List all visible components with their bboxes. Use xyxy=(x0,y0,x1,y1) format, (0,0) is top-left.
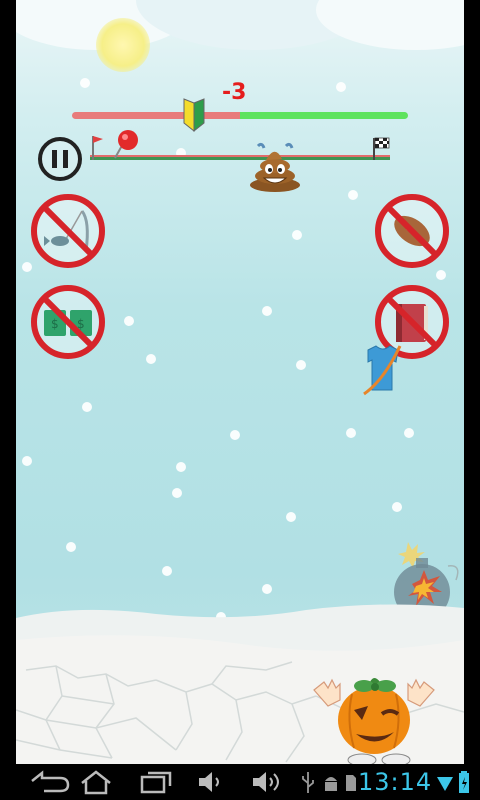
back-icon[interactable] xyxy=(28,769,72,795)
system-navigation-bar: 13:14 xyxy=(0,764,480,800)
snowflake xyxy=(230,430,240,440)
pause-icon xyxy=(52,150,57,168)
snowflake xyxy=(176,462,186,472)
score-delta: -3 xyxy=(222,80,247,105)
snowflake xyxy=(66,542,76,552)
wifi-icon xyxy=(437,777,453,791)
snowflake xyxy=(296,360,306,370)
snowflake xyxy=(348,190,358,200)
beginner-leaf-icon xyxy=(183,98,205,133)
volume-up-icon[interactable] xyxy=(250,769,286,795)
snowflake xyxy=(22,456,32,466)
progress-bar-left xyxy=(72,112,240,119)
no-money-icon[interactable]: $ $ xyxy=(30,284,106,360)
snowflake xyxy=(286,512,296,522)
snowflake xyxy=(146,354,156,364)
snowflake xyxy=(124,316,134,326)
snowflake xyxy=(392,502,402,512)
snowflake xyxy=(336,82,346,92)
checkered-flag-icon xyxy=(373,137,390,160)
snowflake xyxy=(262,584,272,594)
volume-down-icon[interactable] xyxy=(196,769,224,795)
snowflake xyxy=(82,402,92,412)
poop-emoji-icon xyxy=(250,142,300,192)
recent-apps-icon[interactable] xyxy=(138,769,174,795)
snowflake xyxy=(162,566,172,576)
no-fishing-rod-icon[interactable] xyxy=(30,193,106,269)
snowflake xyxy=(346,428,356,438)
home-icon[interactable] xyxy=(78,769,114,795)
status-clock: 13:14 xyxy=(358,768,433,796)
game-area[interactable]: -3 $ $ xyxy=(16,0,464,764)
pause-icon-bar xyxy=(63,150,68,168)
snowflake xyxy=(80,78,90,88)
snowflake xyxy=(172,488,182,498)
android-debug-icon xyxy=(325,777,337,791)
snowflake xyxy=(436,270,446,280)
progress-bar-right xyxy=(240,112,408,119)
battery-icon xyxy=(459,771,469,793)
snowflake xyxy=(262,306,272,316)
cloud xyxy=(316,0,464,50)
snowflake xyxy=(292,230,302,240)
pause-button[interactable] xyxy=(38,137,82,181)
snowflake xyxy=(404,428,414,438)
svg-text:$: $ xyxy=(51,317,59,331)
sun xyxy=(96,18,150,72)
shirt-icon[interactable] xyxy=(360,340,406,396)
pumpkin-character-icon[interactable] xyxy=(306,676,442,764)
usb-icon xyxy=(302,772,314,793)
storage-icon xyxy=(346,775,356,791)
lollipop-marker-icon xyxy=(114,130,138,159)
no-football-icon[interactable] xyxy=(374,193,450,269)
